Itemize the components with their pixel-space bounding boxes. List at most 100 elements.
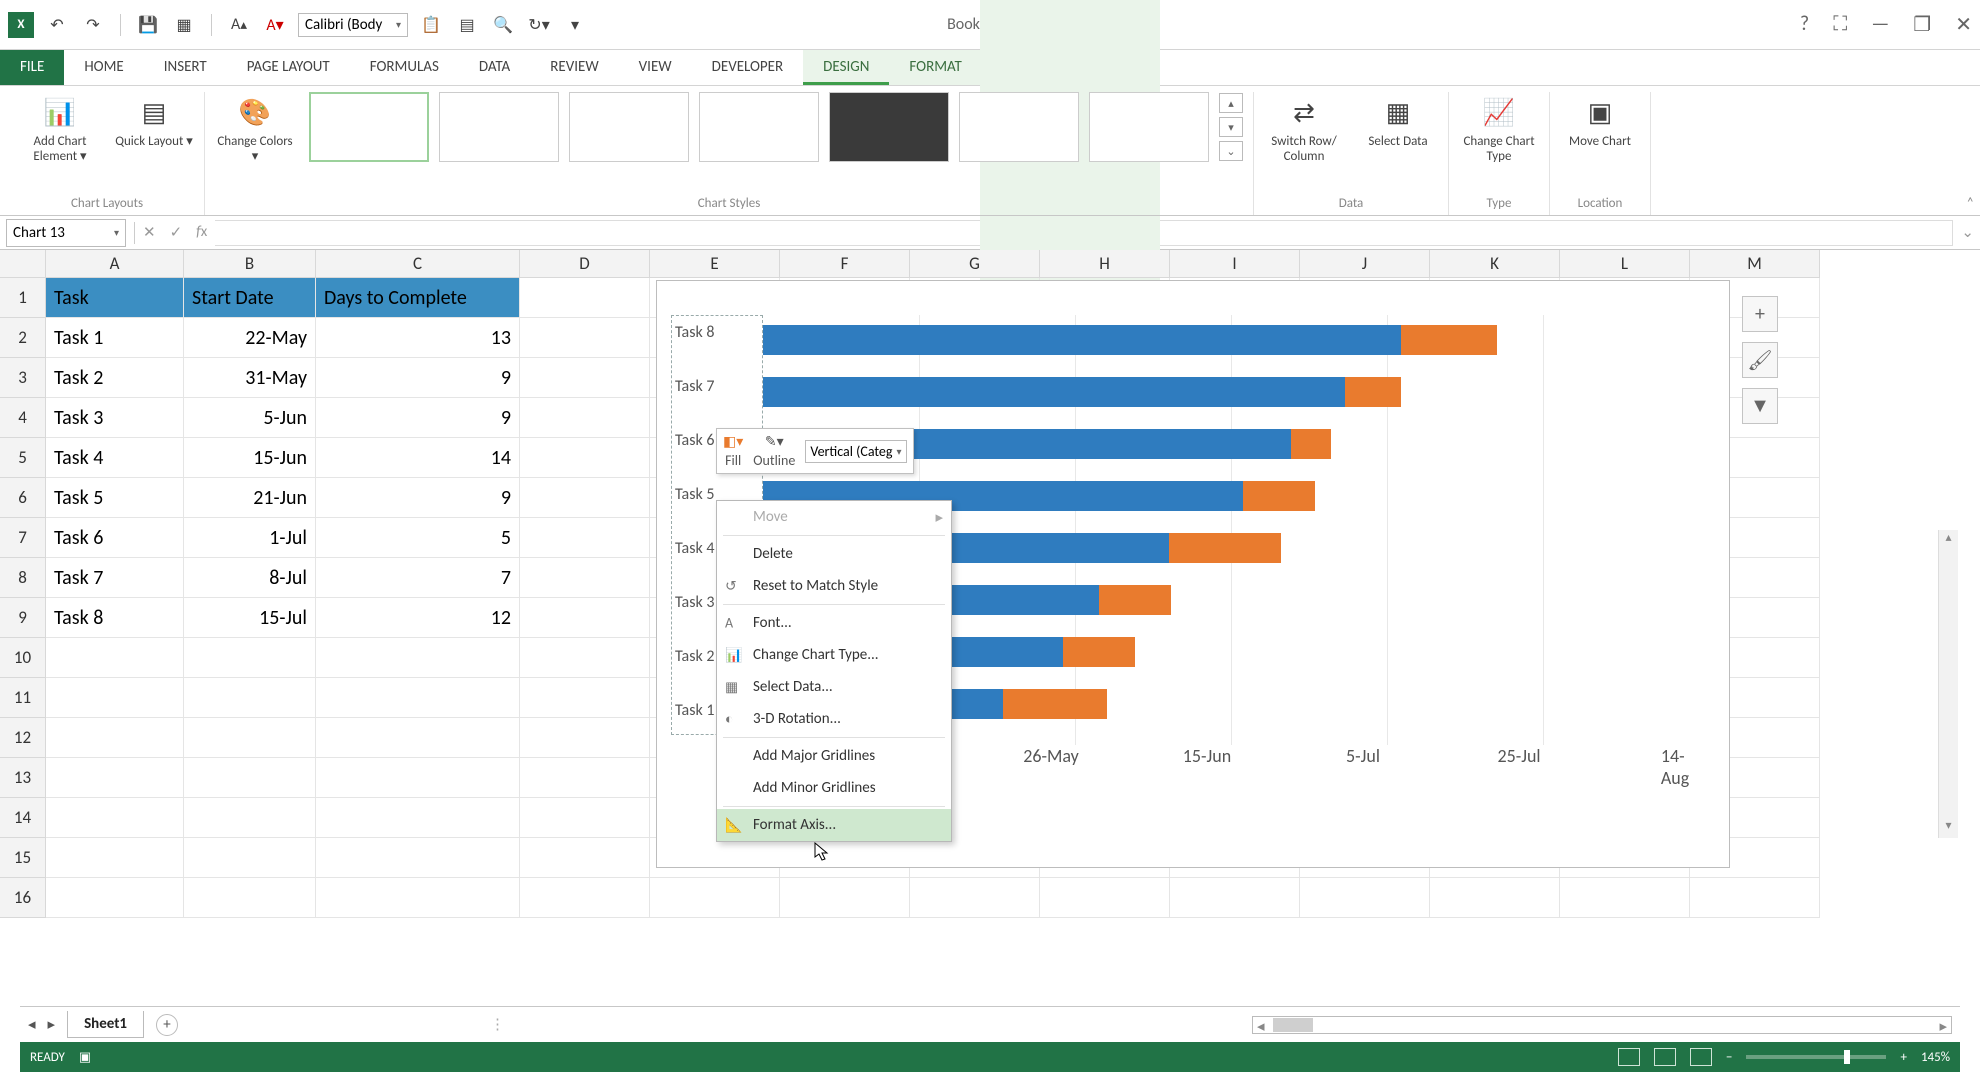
- fill-button[interactable]: ◧▾Fill: [723, 433, 743, 469]
- cell[interactable]: 7: [316, 558, 520, 598]
- enter-formula-icon[interactable]: ✓: [170, 223, 183, 242]
- cell[interactable]: [520, 318, 650, 358]
- restore-button[interactable]: ❐: [1913, 12, 1931, 37]
- column-header[interactable]: D: [520, 250, 650, 278]
- cell[interactable]: [46, 878, 184, 918]
- cell[interactable]: 5: [316, 518, 520, 558]
- cell[interactable]: 9: [316, 478, 520, 518]
- font-name-selector[interactable]: Calibri (Body▾: [298, 13, 408, 37]
- cell[interactable]: [520, 518, 650, 558]
- row-header[interactable]: 2: [0, 318, 46, 358]
- row-header[interactable]: 14: [0, 798, 46, 838]
- cell[interactable]: [780, 878, 910, 918]
- row-header[interactable]: 11: [0, 678, 46, 718]
- cell[interactable]: [520, 558, 650, 598]
- column-header[interactable]: I: [1170, 250, 1300, 278]
- select-data-button[interactable]: ▦Select Data: [1358, 92, 1438, 149]
- page-layout-view-button[interactable]: [1654, 1048, 1676, 1066]
- cell[interactable]: [184, 718, 316, 758]
- cell[interactable]: Task 3: [46, 398, 184, 438]
- cell[interactable]: [316, 678, 520, 718]
- row-header[interactable]: 5: [0, 438, 46, 478]
- close-button[interactable]: ✕: [1955, 12, 1972, 37]
- ctx-font[interactable]: AFont...: [717, 607, 951, 639]
- gallery-more[interactable]: ⌄: [1219, 141, 1243, 161]
- row-header[interactable]: 1: [0, 278, 46, 318]
- tab-formulas[interactable]: FORMULAS: [350, 50, 459, 85]
- sheet-tab-sheet1[interactable]: Sheet1: [67, 1011, 144, 1038]
- cell[interactable]: 15-Jul: [184, 598, 316, 638]
- chart-style-thumb[interactable]: [569, 92, 689, 162]
- column-header[interactable]: K: [1430, 250, 1560, 278]
- cell[interactable]: [520, 598, 650, 638]
- tab-view[interactable]: VIEW: [619, 50, 692, 85]
- new-sheet-icon[interactable]: ▦: [171, 12, 197, 38]
- page-break-view-button[interactable]: [1690, 1048, 1712, 1066]
- row-header[interactable]: 12: [0, 718, 46, 758]
- cell[interactable]: Task 5: [46, 478, 184, 518]
- cell[interactable]: [184, 838, 316, 878]
- cell[interactable]: [910, 878, 1040, 918]
- ribbon-display-options-icon[interactable]: ⛶: [1833, 12, 1847, 37]
- cell[interactable]: [520, 278, 650, 318]
- row-header[interactable]: 7: [0, 518, 46, 558]
- cell[interactable]: Days to Complete: [316, 278, 520, 318]
- chart-style-thumb[interactable]: [959, 92, 1079, 162]
- cell[interactable]: [1170, 878, 1300, 918]
- cancel-formula-icon[interactable]: ✕: [143, 223, 156, 242]
- gallery-scroll-up[interactable]: ▴: [1219, 93, 1243, 113]
- fx-icon[interactable]: fx: [196, 223, 207, 242]
- cell[interactable]: [520, 838, 650, 878]
- normal-view-button[interactable]: [1618, 1048, 1640, 1066]
- cell[interactable]: [46, 838, 184, 878]
- row-header[interactable]: 8: [0, 558, 46, 598]
- chart-style-thumb[interactable]: [699, 92, 819, 162]
- select-all-corner[interactable]: [0, 250, 46, 278]
- tab-design[interactable]: DESIGN: [803, 50, 889, 85]
- tab-insert[interactable]: INSERT: [144, 50, 227, 85]
- ctx-add-major-gridlines[interactable]: Add Major Gridlines: [717, 740, 951, 772]
- cell[interactable]: [316, 638, 520, 678]
- cell[interactable]: [316, 758, 520, 798]
- ctx-reset-style[interactable]: ↺Reset to Match Style: [717, 570, 951, 602]
- column-header[interactable]: F: [780, 250, 910, 278]
- minimize-button[interactable]: —: [1871, 12, 1889, 37]
- ctx-change-chart-type[interactable]: 📊Change Chart Type...: [717, 639, 951, 671]
- cell[interactable]: [520, 438, 650, 478]
- ctx-delete[interactable]: Delete: [717, 538, 951, 570]
- cell[interactable]: Task 8: [46, 598, 184, 638]
- ctx-3d-rotation[interactable]: ◐3-D Rotation...: [717, 703, 951, 735]
- column-header[interactable]: L: [1560, 250, 1690, 278]
- cell[interactable]: 14: [316, 438, 520, 478]
- print-preview-icon[interactable]: 🔍: [490, 12, 516, 38]
- ctx-format-axis[interactable]: 📐Format Axis...: [717, 809, 951, 841]
- cell[interactable]: [46, 798, 184, 838]
- column-header[interactable]: M: [1690, 250, 1820, 278]
- cell[interactable]: Task 4: [46, 438, 184, 478]
- cell[interactable]: [1300, 878, 1430, 918]
- row-header[interactable]: 13: [0, 758, 46, 798]
- row-header[interactable]: 15: [0, 838, 46, 878]
- tab-home[interactable]: HOME: [64, 50, 143, 85]
- column-header[interactable]: E: [650, 250, 780, 278]
- undo-button[interactable]: ↶: [44, 12, 70, 38]
- cell[interactable]: [520, 638, 650, 678]
- cell[interactable]: Task 6: [46, 518, 184, 558]
- name-box[interactable]: Chart 13▾: [6, 219, 126, 247]
- cell[interactable]: Task: [46, 278, 184, 318]
- ctx-select-data[interactable]: ▦Select Data...: [717, 671, 951, 703]
- zoom-slider[interactable]: [1746, 1055, 1886, 1059]
- tab-data[interactable]: DATA: [459, 50, 530, 85]
- cell[interactable]: [1430, 878, 1560, 918]
- column-header[interactable]: C: [316, 250, 520, 278]
- chart-styles-button[interactable]: 🖌: [1742, 342, 1778, 378]
- cell[interactable]: 9: [316, 398, 520, 438]
- add-chart-element-button[interactable]: 📊Add Chart Element ▾: [20, 92, 100, 164]
- cell[interactable]: 8-Jul: [184, 558, 316, 598]
- zoom-in-button[interactable]: +: [1900, 1050, 1906, 1065]
- quick-layout-button[interactable]: ▤Quick Layout ▾: [114, 92, 194, 149]
- column-header[interactable]: G: [910, 250, 1040, 278]
- row-header[interactable]: 9: [0, 598, 46, 638]
- cell[interactable]: Task 1: [46, 318, 184, 358]
- cell[interactable]: [520, 758, 650, 798]
